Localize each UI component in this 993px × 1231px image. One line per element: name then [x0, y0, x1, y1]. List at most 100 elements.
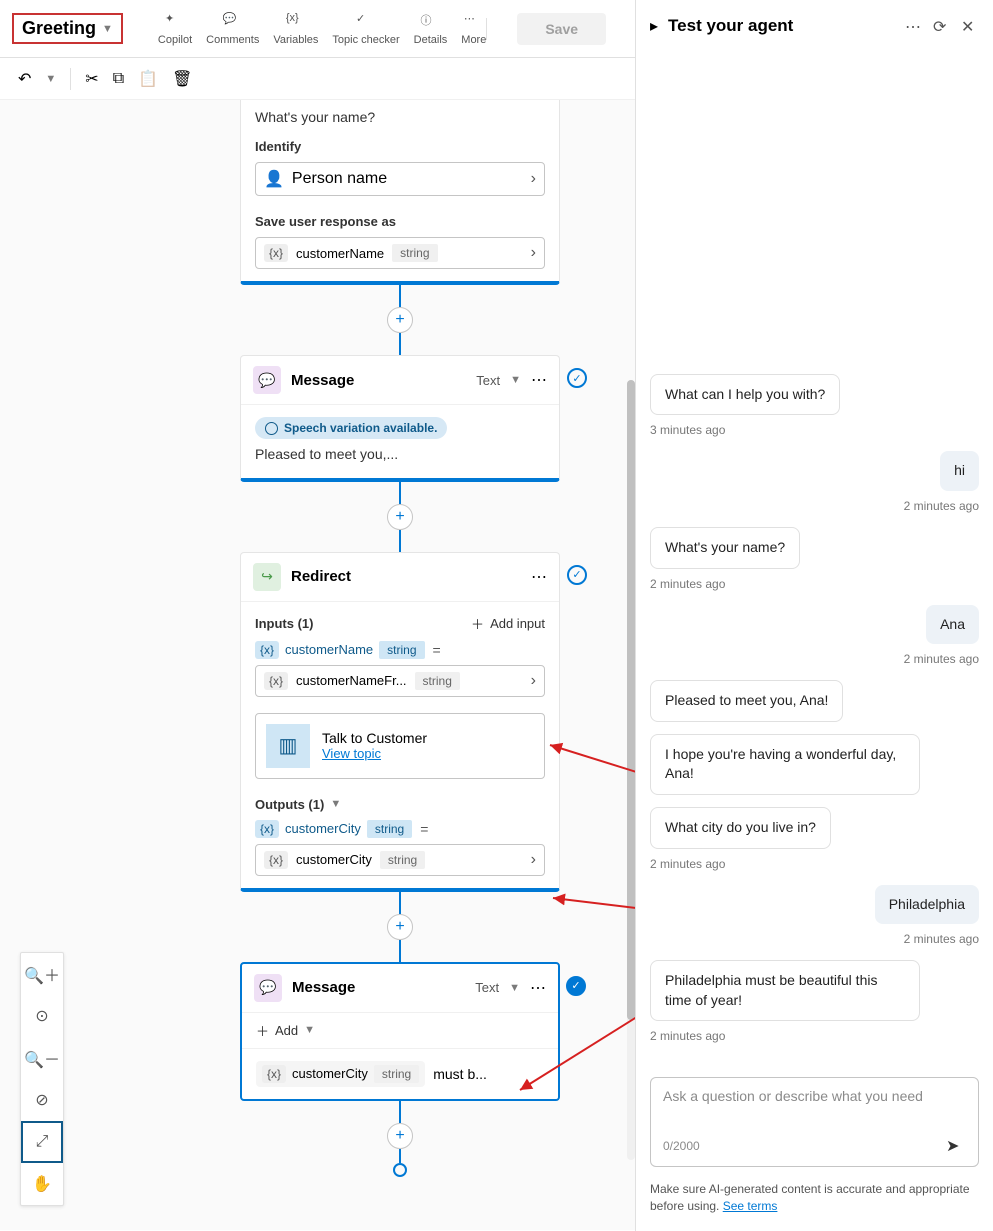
chevron-right-icon: › — [531, 851, 536, 869]
chevron-right-icon: › — [531, 672, 536, 690]
add-node-button[interactable]: + — [387, 307, 413, 333]
message-node-1[interactable]: ✓ 💬 Message Text ▼ ⋯ Speech variation av… — [240, 355, 560, 482]
add-input-button[interactable]: ＋ Add input — [471, 614, 545, 633]
topic-title[interactable]: Greeting ▼ — [12, 13, 123, 44]
divider — [486, 18, 487, 40]
add-variation-button[interactable]: ＋ Add ▼ — [256, 1021, 544, 1040]
scrollbar-thumb[interactable] — [627, 380, 635, 1020]
chevron-down-icon: ▼ — [304, 1024, 315, 1036]
connector — [399, 333, 401, 355]
type-label[interactable]: Text — [475, 980, 499, 995]
redirect-topic-card[interactable]: ▥ Talk to Customer View topic — [255, 713, 545, 779]
speech-variation-badge[interactable]: Speech variation available. — [255, 417, 447, 439]
copilot-button[interactable]: ✦ Copilot — [158, 12, 192, 46]
more-button[interactable]: ⋯ More — [461, 12, 486, 46]
input-var-chip: {x} customerName string — [255, 641, 425, 659]
copy-button[interactable]: ⧉ — [113, 70, 124, 88]
redirect-icon: ↪ — [253, 563, 281, 591]
variable-type: string — [392, 244, 437, 262]
fit-button[interactable]: ⊙ — [21, 995, 63, 1037]
input-mapping-field[interactable]: {x} customerNameFr... string › — [255, 665, 545, 697]
end-node — [393, 1163, 407, 1177]
variable-icon: {x} — [286, 12, 306, 32]
variable-icon: {x} — [264, 672, 288, 690]
topic-icon: ▥ — [266, 724, 310, 768]
bot-message: What's your name? — [650, 527, 979, 569]
chevron-down-icon[interactable]: ▼ — [330, 798, 341, 810]
connector — [399, 482, 401, 504]
question-prompt: What's your name? — [255, 103, 545, 139]
variable-chip[interactable]: {x} customerCity string — [256, 1061, 425, 1087]
message-icon: 💬 — [254, 974, 282, 1002]
connector — [399, 940, 401, 962]
see-terms-link[interactable]: See terms — [723, 1199, 778, 1213]
variables-button[interactable]: {x} Variables — [273, 12, 318, 46]
copilot-icon: ✦ — [165, 12, 185, 32]
comments-button[interactable]: 💬 Comments — [206, 12, 259, 46]
person-icon: 👤 — [264, 169, 284, 189]
message-bubble: I hope you're having a wonderful day, An… — [650, 734, 920, 795]
close-icon[interactable]: ✕ — [961, 17, 979, 35]
message-bubble: Philadelphia — [875, 885, 979, 925]
chat-placeholder: Ask a question or describe what you need — [663, 1088, 966, 1128]
undo-button[interactable]: ↶ — [18, 69, 31, 89]
canvas-scrollbar[interactable] — [627, 380, 635, 1160]
paste-button[interactable]: 📋 — [138, 69, 158, 89]
undo-dropdown[interactable]: ▼ — [45, 73, 56, 85]
timestamp: 3 minutes ago — [650, 423, 979, 437]
test-panel: ▸ Test your agent ⋯ ⟳ ✕ What can I help … — [635, 0, 993, 1231]
chat-input[interactable]: Ask a question or describe what you need… — [650, 1077, 979, 1167]
save-as-field[interactable]: {x} customerName string › — [255, 237, 545, 269]
output-mapping-field[interactable]: {x} customerCity string › — [255, 844, 545, 876]
connector — [399, 530, 401, 552]
equals: = — [433, 642, 441, 658]
variable-icon: {x} — [262, 1065, 286, 1083]
checker-icon: ✓ — [356, 12, 376, 32]
type-label[interactable]: Text — [476, 373, 500, 388]
add-node-button[interactable]: + — [387, 914, 413, 940]
more-icon[interactable]: ⋯ — [531, 370, 547, 390]
speech-icon — [265, 422, 278, 435]
redirect-node[interactable]: ✓ ↪ Redirect ⋯ Inputs (1) ＋ Add input {x… — [240, 552, 560, 892]
details-button[interactable]: ⓘ Details — [414, 12, 448, 46]
send-icon[interactable]: ➤ — [946, 1136, 966, 1156]
save-as-label: Save user response as — [255, 214, 545, 229]
message-node-2[interactable]: ✓ 💬 Message Text ▼ ⋯ ＋ Add ▼ {x} — [240, 962, 560, 1101]
message-suffix: must b... — [433, 1066, 487, 1082]
chevron-right-icon[interactable]: ▸ — [650, 16, 658, 36]
message-content: Pleased to meet you,... — [255, 440, 545, 466]
question-node[interactable]: What's your name? Identify 👤 Person name… — [240, 100, 560, 285]
more-icon[interactable]: ⋯ — [531, 567, 547, 587]
zoom-out-button[interactable]: 🔍－ — [21, 1037, 63, 1079]
cut-button[interactable]: ✂ — [85, 69, 98, 89]
topic-title-text: Greeting — [22, 18, 96, 39]
delete-button[interactable]: 🗑 — [172, 69, 192, 89]
cursor-button[interactable]: ⤢ — [21, 1121, 63, 1163]
user-message: hi — [650, 451, 979, 491]
authoring-canvas[interactable]: What's your name? Identify 👤 Person name… — [0, 100, 635, 1230]
add-node-button[interactable]: + — [387, 504, 413, 530]
more-icon: ⋯ — [464, 12, 484, 32]
refresh-icon[interactable]: ⟳ — [933, 17, 951, 35]
timestamp: 2 minutes ago — [650, 577, 979, 591]
more-icon[interactable]: ⋯ — [530, 978, 546, 998]
node-title: Message — [291, 372, 466, 389]
connector — [399, 1149, 401, 1163]
add-node-button[interactable]: + — [387, 1123, 413, 1149]
reset-button[interactable]: ⊘ — [21, 1079, 63, 1121]
more-icon[interactable]: ⋯ — [905, 17, 923, 35]
save-button[interactable]: Save — [517, 13, 606, 45]
message-bubble: hi — [940, 451, 979, 491]
bot-message: Pleased to meet you, Ana! — [650, 680, 979, 722]
identify-field[interactable]: 👤 Person name › — [255, 162, 545, 196]
variable-icon: {x} — [255, 641, 279, 659]
zoom-in-button[interactable]: 🔍＋ — [21, 953, 63, 995]
hand-button[interactable]: ✋ — [21, 1163, 63, 1205]
topic-checker-button[interactable]: ✓ Topic checker — [332, 12, 399, 46]
topic-name: Talk to Customer — [322, 730, 427, 746]
timestamp: 2 minutes ago — [650, 857, 979, 871]
message-bubble: Pleased to meet you, Ana! — [650, 680, 843, 722]
user-message: Philadelphia — [650, 885, 979, 925]
view-topic-link[interactable]: View topic — [322, 746, 427, 761]
message-bubble: What city do you live in? — [650, 807, 831, 849]
